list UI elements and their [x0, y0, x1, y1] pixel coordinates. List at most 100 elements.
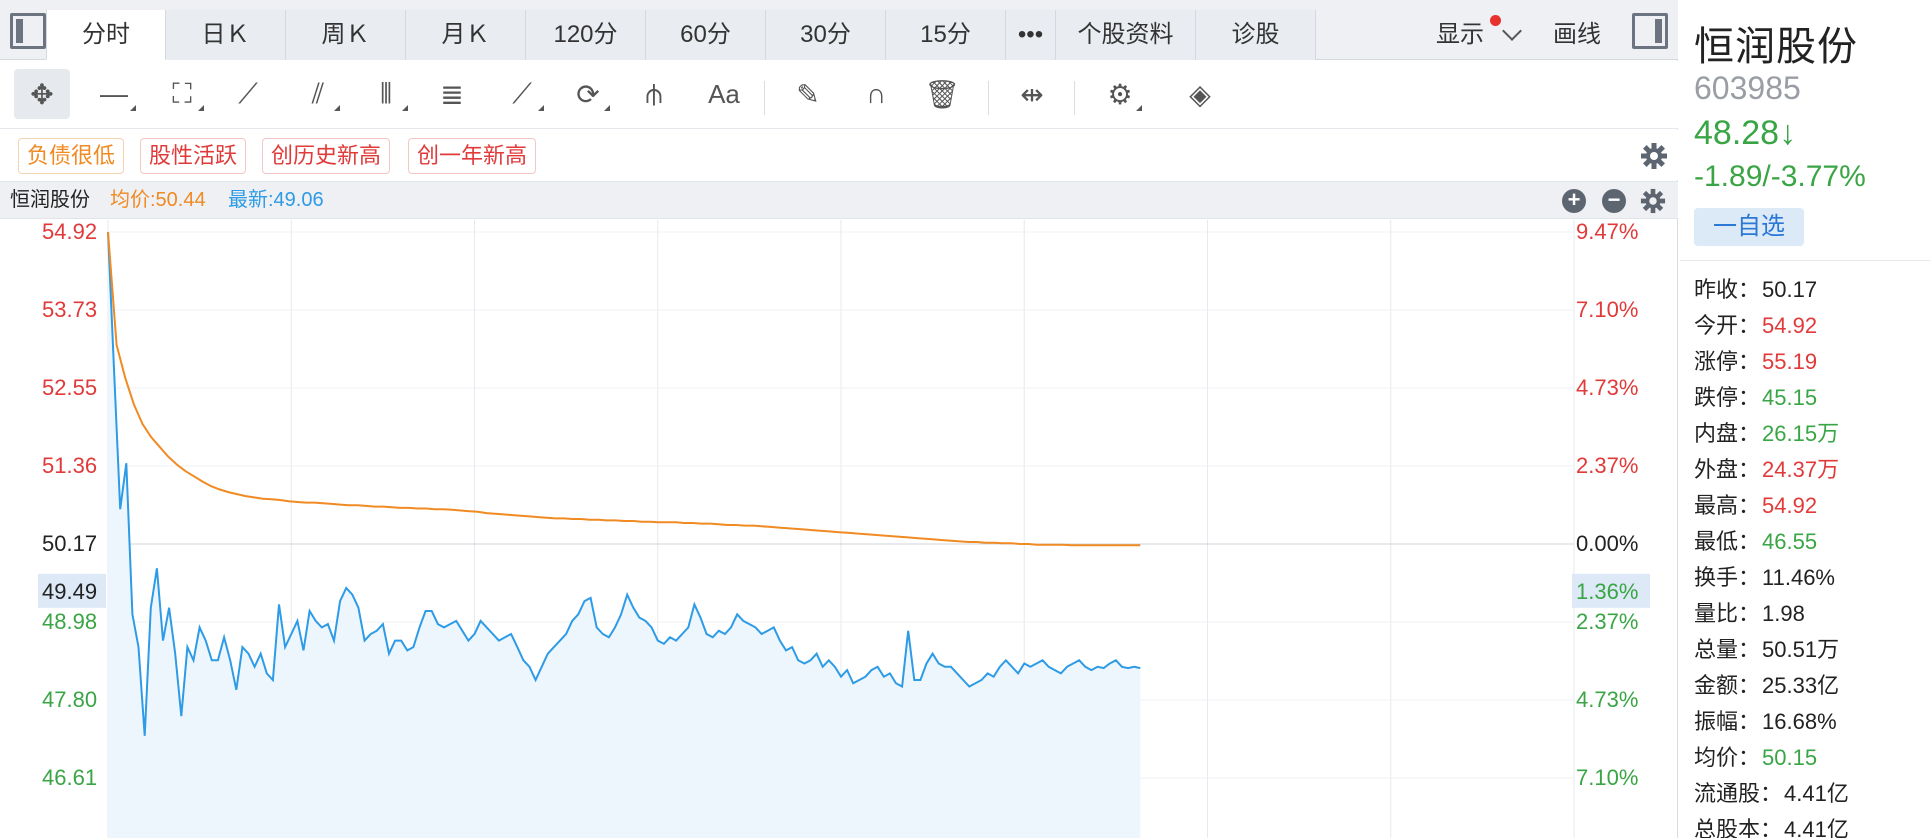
quote-stat-row: 今开：54.92	[1694, 308, 1817, 340]
stat-value: 54.92	[1762, 493, 1818, 518]
settings-icon[interactable]: ⚙	[1092, 69, 1148, 119]
stock-tag[interactable]: 股性活跃	[140, 138, 247, 174]
stat-label: 振幅：	[1694, 709, 1761, 734]
quote-stat-row: 均价：50.15	[1694, 740, 1817, 772]
drawing-toolbar: ✥ — ⛶ ⟋ ⫽ ⦀ ≣ ⟋ ⟳ ⫛ Aa ✎ ∩ 🗑 ⇹ ⚙ ◈	[0, 61, 1678, 129]
avg-price-line	[107, 231, 1141, 547]
tab-5[interactable]: 60分	[646, 10, 766, 60]
y-axis-pct-label: 0.00%	[1576, 531, 1638, 556]
display-menu[interactable]: 显示	[1436, 10, 1484, 60]
stat-value: 16.68%	[1762, 709, 1837, 734]
stat-value: 4.41亿	[1784, 781, 1849, 806]
stat-label: 跌停：	[1694, 385, 1761, 410]
zoom-in-icon[interactable]: +	[1562, 189, 1586, 213]
gann-box-icon[interactable]: ≣	[424, 69, 480, 119]
stat-value: 4.41亿	[1784, 817, 1849, 838]
tab-2[interactable]: 周Ｋ	[286, 10, 406, 60]
tab-1[interactable]: 日Ｋ	[166, 10, 286, 60]
current-price: 48.28↓	[1694, 114, 1797, 152]
quote-stat-row: 跌停：45.15	[1694, 380, 1817, 412]
horizontal-line-icon[interactable]: —	[86, 69, 142, 119]
vertical-bars-icon[interactable]: ⦀	[358, 69, 414, 119]
stock-code: 603985	[1694, 70, 1801, 106]
quote-panel: 恒润股份 603985 48.28↓ -1.89/-3.77% 一自选 昨收：5…	[1680, 0, 1930, 838]
y-axis-pct-label: 2.37%	[1576, 453, 1638, 478]
y-axis-pct-label: 9.47%	[1576, 220, 1638, 244]
stat-value: 55.19	[1762, 349, 1818, 374]
toolbar-separator	[764, 81, 765, 115]
stock-tag[interactable]: 创历史新高	[262, 138, 391, 174]
stat-label: 总股本：	[1694, 817, 1783, 838]
quote-stat-row: 总股本：4.41亿	[1694, 812, 1849, 838]
stat-label: 内盘：	[1694, 421, 1761, 446]
y-axis-pct-label: 7.10%	[1576, 297, 1638, 322]
stat-label: 今开：	[1694, 313, 1761, 338]
stat-label: 流通股：	[1694, 781, 1783, 806]
stat-label: 均价：	[1694, 745, 1761, 770]
y-axis-pct-label: 7.10%	[1576, 765, 1638, 790]
move-cross-icon[interactable]: ✥	[14, 69, 70, 119]
stat-value: 50.51万	[1762, 637, 1840, 662]
measure-icon[interactable]: ⇹	[1004, 69, 1060, 119]
chart-info-row: 恒润股份 均价:50.44 最新:49.06 + −	[0, 181, 1678, 219]
eraser-pen-icon[interactable]: ✎	[780, 69, 836, 119]
chevron-down-icon[interactable]	[1502, 21, 1522, 41]
y-axis-price-label: 48.98	[42, 609, 97, 634]
quote-stat-row: 最低：46.55	[1694, 524, 1817, 556]
tab-4[interactable]: 120分	[526, 10, 646, 60]
stat-value: 11.46%	[1762, 565, 1835, 590]
stat-value: 24.37万	[1762, 457, 1840, 482]
layers-icon[interactable]: ◈	[1172, 69, 1228, 119]
stock-tag[interactable]: 创一年新高	[408, 138, 537, 174]
tab-7[interactable]: 15分	[886, 10, 1006, 60]
stock-tag-row: 负债很低 股性活跃 创历史新高 创一年新高	[0, 130, 1678, 180]
fan-lines-icon[interactable]: ⟋	[220, 69, 276, 119]
zoom-out-icon[interactable]: −	[1602, 189, 1626, 213]
quote-stat-row: 昨收：50.17	[1694, 272, 1817, 304]
left-panel-toggle-icon[interactable]	[10, 13, 46, 49]
draw-line-button[interactable]: 画线	[1553, 10, 1601, 60]
chart-settings-icon[interactable]	[1640, 188, 1666, 214]
stat-value: 25.33亿	[1762, 673, 1840, 698]
crop-rect-icon[interactable]: ⛶	[154, 69, 210, 119]
stat-value: 50.17	[1762, 277, 1818, 302]
zigzag-icon[interactable]: ⟋	[494, 69, 550, 119]
stat-label: 最高：	[1694, 493, 1761, 518]
trash-icon[interactable]: 🗑	[914, 69, 970, 119]
stat-label: 换手：	[1694, 565, 1761, 590]
parallel-channel-icon[interactable]: ⫽	[290, 69, 346, 119]
y-axis-pct-label: 2.37%	[1576, 609, 1638, 634]
text-aa-icon[interactable]: Aa	[696, 69, 752, 119]
quote-stat-row: 换手：11.46%	[1694, 560, 1835, 592]
quote-stat-row: 量比：1.98	[1694, 596, 1805, 628]
intraday-chart[interactable]: 54.92 53.73 52.55 51.36 50.17 48.98 47.80 46.61…	[0, 220, 1678, 838]
quote-stat-row: 内盘：26.15万	[1694, 416, 1839, 448]
cursor-pct-label: 1.36%	[1576, 579, 1638, 604]
stat-value: 26.15万	[1762, 421, 1840, 446]
tab-more[interactable]: •••	[1006, 10, 1056, 60]
tab-9[interactable]: 个股资料	[1056, 10, 1196, 60]
tab-6[interactable]: 30分	[766, 10, 886, 60]
period-tab-bar: 分时 日Ｋ 周Ｋ 月Ｋ 120分 60分 30分 15分 ••• 个股资料 诊股 显示 画线	[0, 0, 1678, 60]
toolbar-separator	[1074, 81, 1075, 115]
quote-stat-row: 流通股：4.41亿	[1694, 776, 1849, 808]
y-axis-price-label: 47.80	[42, 687, 97, 712]
circle-cycle-icon[interactable]: ⟳	[560, 69, 616, 119]
y-axis-pct-label: 4.73%	[1576, 687, 1638, 712]
tab-10[interactable]: 诊股	[1196, 10, 1316, 60]
stat-value: 54.92	[1762, 313, 1818, 338]
right-panel-toggle-icon[interactable]	[1632, 13, 1668, 49]
quote-stat-row: 涨停：55.19	[1694, 344, 1817, 376]
pitchfork-icon[interactable]: ⫛	[626, 69, 682, 119]
tab-3[interactable]: 月Ｋ	[406, 10, 526, 60]
stock-tag[interactable]: 负债很低	[18, 138, 125, 174]
stat-label: 外盘：	[1694, 457, 1761, 482]
magnet-icon[interactable]: ∩	[848, 69, 904, 119]
stat-label: 金额：	[1694, 673, 1761, 698]
tab-0[interactable]: 分时	[46, 10, 166, 60]
stat-value: 45.15	[1762, 385, 1818, 410]
stat-label: 昨收：	[1694, 277, 1761, 302]
tags-settings-icon[interactable]	[1640, 142, 1668, 170]
y-axis-price-label: 52.55	[42, 375, 97, 400]
remove-watchlist-button[interactable]: 一自选	[1694, 208, 1804, 246]
